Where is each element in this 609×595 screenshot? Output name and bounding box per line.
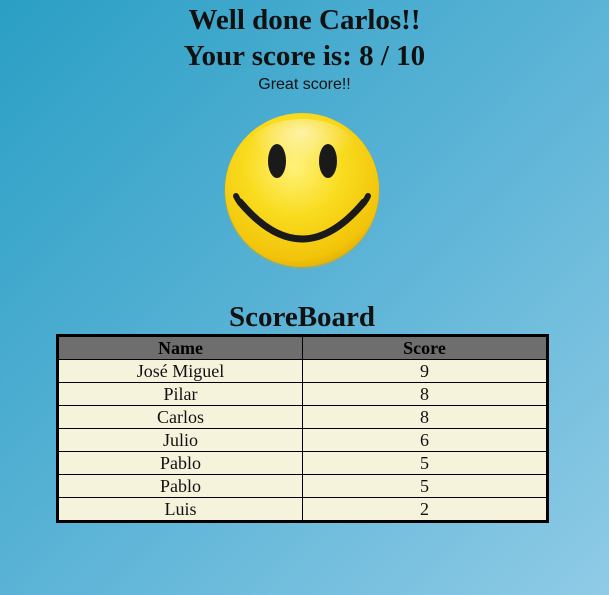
row-score: 5 [302,451,548,475]
row-score: 2 [302,497,548,522]
row-score: 9 [302,359,548,383]
table-header-row: Name Score [57,335,548,360]
smiley-face-icon [222,111,382,271]
row-score: 8 [302,405,548,429]
column-header-name: Name [57,335,303,360]
row-name: Pablo [57,474,303,498]
greeting-heading: Well done Carlos!! [188,4,421,36]
row-name: José Miguel [57,359,303,383]
scoreboard-table-container: Name Score José Miguel 9 Pilar 8 Carlos … [56,334,549,523]
table-row: Pablo 5 [57,474,548,498]
table-row: Carlos 8 [57,405,548,429]
score-heading: Your score is: 8 / 10 [183,40,426,72]
table-row: Luis 2 [57,497,548,522]
row-name: Julio [57,428,303,452]
scoreboard-title: ScoreBoard [228,301,376,333]
table-row: Pilar 8 [57,382,548,406]
row-name: Pilar [57,382,303,406]
row-score: 6 [302,428,548,452]
result-header: Well done Carlos!! Your score is: 8 / 10… [0,0,609,95]
table-row: Pablo 5 [57,451,548,475]
table-row: Julio 6 [57,428,548,452]
row-score: 5 [302,474,548,498]
scoreboard-table: Name Score José Miguel 9 Pilar 8 Carlos … [56,334,549,523]
score-comment: Great score!! [258,76,351,93]
row-name: Pablo [57,451,303,475]
column-header-score: Score [302,335,548,360]
table-row: José Miguel 9 [57,359,548,383]
row-name: Luis [57,497,303,522]
smiley-svg [224,113,380,269]
row-score: 8 [302,382,548,406]
row-name: Carlos [57,405,303,429]
